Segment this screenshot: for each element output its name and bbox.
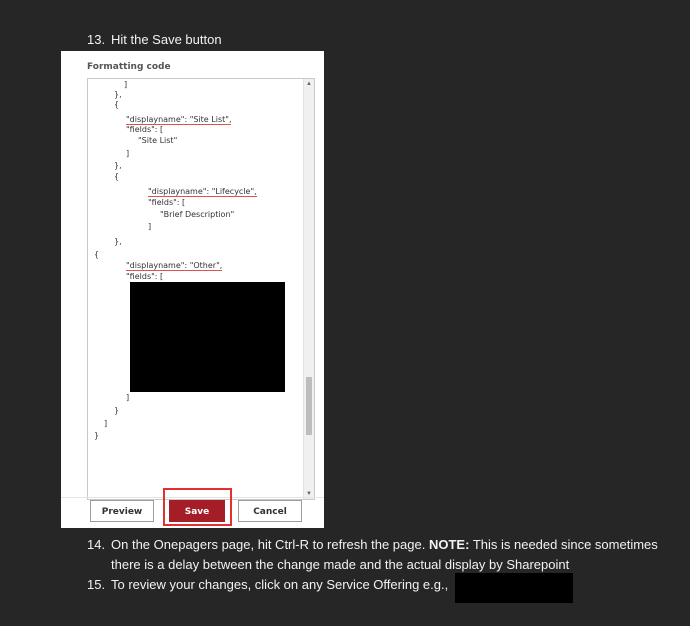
code-line: {	[94, 250, 100, 259]
scrollbar-thumb[interactable]	[306, 377, 312, 435]
code-line: "Brief Description"	[160, 210, 235, 219]
step-text-c: there is a delay between the change made…	[111, 557, 570, 572]
code-line: {	[114, 172, 120, 181]
editor-scrollbar[interactable]: ▲ ▼	[303, 79, 314, 499]
step-text: Hit the Save button	[111, 32, 222, 47]
code-line: },	[114, 161, 122, 170]
save-button[interactable]: Save	[169, 500, 225, 522]
code-line: "fields": [	[148, 198, 186, 207]
screenshot-panel: Formatting code ] }, { "displayname": "S…	[61, 51, 324, 528]
code-key: "displayname": "Other",	[126, 261, 223, 271]
code-line: "displayname": "Other",	[126, 261, 223, 271]
step-number: 15.	[87, 577, 106, 592]
step-number: 14.	[87, 537, 106, 552]
code-key: "displayname": "Lifecycle",	[148, 187, 257, 197]
code-editor[interactable]: ] }, { "displayname": "Site List", "fiel…	[87, 78, 315, 500]
redacted-block	[455, 573, 573, 603]
code-line: "fields": [	[126, 272, 164, 281]
code-line: ]	[124, 80, 128, 89]
step-text-b: This is needed since sometimes	[472, 537, 658, 552]
code-line: }	[94, 431, 100, 440]
step-number: 13.	[87, 32, 106, 47]
code-line: "Site List"	[138, 136, 178, 145]
code-line: ]	[126, 393, 130, 402]
code-line: },	[114, 90, 122, 99]
code-key: "displayname": "Site List",	[126, 115, 232, 125]
step-text: On the Onepagers page, hit Ctrl-R to ref…	[111, 535, 658, 554]
formatting-code-heading: Formatting code	[87, 62, 171, 72]
code-line: ]	[126, 149, 130, 158]
arrow-up-icon[interactable]: ▲	[304, 79, 314, 89]
code-line: },	[114, 237, 122, 246]
cancel-button[interactable]: Cancel	[238, 500, 302, 522]
code-line: }	[114, 406, 120, 415]
code-line: ]	[104, 419, 108, 428]
code-line: "displayname": "Site List",	[126, 115, 232, 125]
preview-button[interactable]: Preview	[90, 500, 154, 522]
code-line: "displayname": "Lifecycle",	[148, 187, 257, 197]
step-text: To review your changes, click on any Ser…	[111, 577, 449, 592]
step-text-a: On the Onepagers page, hit Ctrl-R to ref…	[111, 537, 426, 552]
note-label: NOTE:	[428, 537, 470, 552]
redacted-block	[130, 282, 285, 392]
code-line: ]	[148, 222, 152, 231]
code-line: "fields": [	[126, 125, 164, 134]
code-line: {	[114, 100, 120, 109]
